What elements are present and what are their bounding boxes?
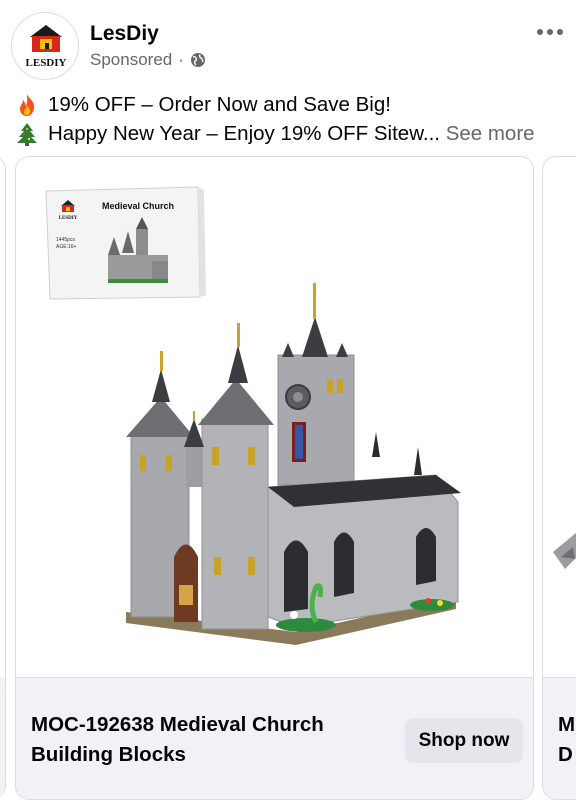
post-meta: Sponsored ·	[90, 49, 206, 71]
next-product-card[interactable]: M D	[542, 156, 576, 800]
product-image[interactable]: LESDIY Medieval Church 1445pcs AGE:16+	[16, 157, 533, 677]
page-avatar[interactable]: LESDIY	[11, 12, 79, 80]
next-product-title: M D	[558, 710, 576, 770]
shop-now-button[interactable]: Shop now	[405, 718, 523, 763]
more-options-icon	[537, 29, 563, 35]
product-box-image: LESDIY Medieval Church 1445pcs AGE:16+	[45, 186, 206, 300]
meta-separator: ·	[178, 50, 184, 69]
product-card[interactable]: LESDIY Medieval Church 1445pcs AGE:16+ M…	[15, 156, 534, 800]
see-more-link[interactable]: See more	[446, 119, 535, 148]
logo-text: LESDIY	[26, 57, 67, 69]
ad-line-1-text: 19% OFF – Order Now and Save Big!	[48, 93, 391, 116]
page-name[interactable]: LesDiy	[90, 22, 159, 46]
ad-line-2: Happy New Year – Enjoy 19% OFF Sitew... …	[14, 119, 570, 148]
post-header: LESDIY LesDiy Sponsored ·	[0, 0, 576, 88]
sponsored-post: LESDIY LesDiy Sponsored · 19% OFF – Orde…	[0, 0, 576, 802]
product-photo: LESDIY Medieval Church 1445pcs AGE:16+	[45, 186, 461, 645]
next-title-line-1: M	[558, 713, 576, 736]
more-options-button[interactable]	[532, 20, 568, 44]
box-pieces: 1445pcs	[56, 237, 75, 243]
lesdiy-logo-icon: LESDIY	[26, 25, 67, 69]
product-title-line-1: MOC-192638 Medieval Church	[31, 713, 324, 736]
product-title[interactable]: MOC-192638 Medieval Church Building Bloc…	[31, 710, 381, 770]
ad-body: 19% OFF – Order Now and Save Big! Happy …	[14, 90, 570, 148]
box-age: AGE:16+	[56, 244, 77, 250]
product-carousel[interactable]: LESDIY Medieval Church 1445pcs AGE:16+ M…	[0, 154, 576, 802]
christmas-tree-icon	[17, 122, 37, 146]
box-logo-text: LESDIY	[59, 216, 78, 221]
next-card-footer: M D	[543, 677, 576, 799]
church-model	[126, 283, 461, 645]
ad-line-1: 19% OFF – Order Now and Save Big!	[14, 90, 570, 119]
product-card-footer: MOC-192638 Medieval Church Building Bloc…	[16, 677, 533, 799]
previous-card-footer	[0, 677, 5, 801]
globe-icon	[190, 53, 205, 67]
previous-card[interactable]	[0, 156, 6, 801]
next-title-line-2: D	[558, 743, 573, 766]
sponsored-label[interactable]: Sponsored	[90, 50, 172, 70]
box-title: Medieval Church	[102, 201, 174, 211]
product-title-line-2: Building Blocks	[31, 743, 186, 766]
ad-line-2-text: Happy New Year – Enjoy 19% OFF Sitew...	[48, 122, 440, 145]
fire-icon	[20, 93, 35, 116]
next-product-image	[553, 532, 576, 569]
